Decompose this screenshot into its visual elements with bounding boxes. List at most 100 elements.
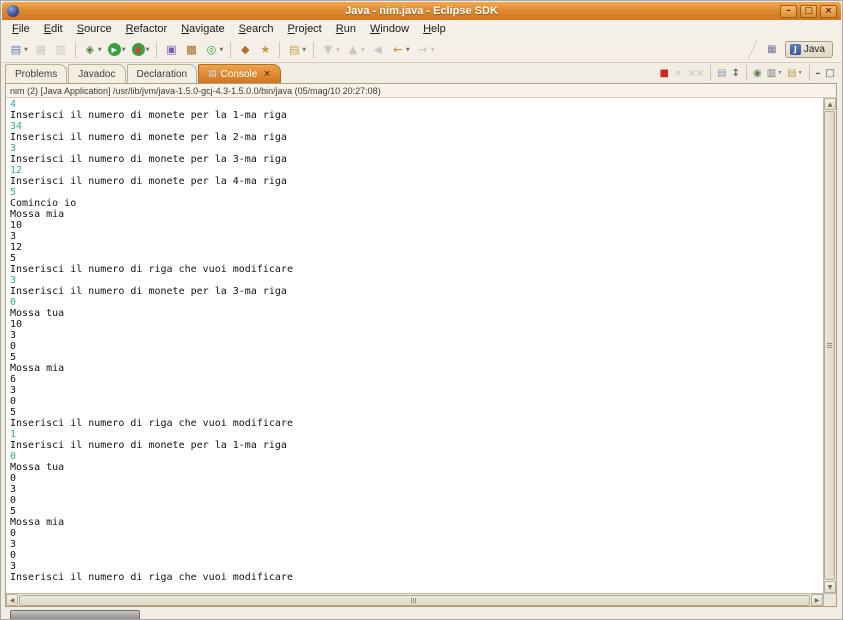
menu-search[interactable]: Search <box>232 22 281 36</box>
open-type-button[interactable]: ◆ <box>235 40 255 60</box>
vertical-scrollbar[interactable]: ▲ ▼ <box>823 98 836 593</box>
menu-edit[interactable]: Edit <box>37 22 70 36</box>
console-line: Inserisci il numero di riga che vuoi mod… <box>10 264 293 275</box>
console-line: 4 <box>10 99 17 110</box>
minimize-view-button[interactable]: – <box>814 65 823 81</box>
save-button[interactable]: ▦ <box>31 40 51 60</box>
scroll-right-button[interactable]: ▶ <box>811 594 823 606</box>
open-element-button[interactable]: ▤ ▼ <box>284 40 309 60</box>
remove-launch-button[interactable]: × <box>672 65 684 81</box>
java-perspective-icon: J <box>789 44 801 55</box>
scroll-down-button[interactable]: ▼ <box>824 581 836 593</box>
console-line: Inserisci il numero di monete per la 4-m… <box>10 176 287 187</box>
taskbar-item[interactable] <box>10 610 140 619</box>
separator <box>156 41 158 58</box>
external-tools-button[interactable]: ■ ▼ <box>129 40 153 60</box>
minimize-button[interactable]: – <box>780 4 797 18</box>
separator <box>230 41 232 58</box>
open-perspective-button[interactable]: ▦ <box>763 42 781 58</box>
debug-button[interactable]: ◈ ▼ <box>80 40 105 60</box>
console-line: 3 <box>10 561 17 572</box>
console-line: Mossa mia <box>10 363 65 374</box>
run-button[interactable]: ▶ ▼ <box>105 40 129 60</box>
new-java-package-button[interactable]: ▩ <box>181 40 201 60</box>
open-console-button[interactable]: ▤ ▼ <box>785 65 804 81</box>
close-tab-icon[interactable]: × <box>263 69 271 79</box>
console-line: 3 <box>10 143 17 154</box>
console-line: 3 <box>10 275 17 286</box>
tab-console[interactable]: ▤ Console × <box>198 64 281 83</box>
java-perspective-button[interactable]: J Java <box>784 41 833 58</box>
clear-console-button[interactable]: ▤ <box>715 65 728 81</box>
dropdown-arrow-icon: ▼ <box>302 46 307 53</box>
console-line: 3 <box>10 231 17 242</box>
next-annotation-button[interactable]: ▼ ▼ <box>318 40 343 60</box>
back-button[interactable]: ← ▼ <box>388 40 413 60</box>
perspective-bar: ▦ J Java <box>747 39 837 60</box>
new-wizard-button[interactable]: ▤ ▼ <box>6 40 31 60</box>
separator <box>279 41 281 58</box>
titlebar: Java - nim.java - Eclipse SDK – □ × <box>2 2 841 20</box>
java-search-button[interactable]: ★ <box>255 40 275 60</box>
scroll-left-button[interactable]: ◀ <box>6 594 18 606</box>
separator <box>74 41 76 58</box>
java-perspective-label: Java <box>803 44 825 55</box>
menu-file[interactable]: File <box>5 22 37 36</box>
perspective-bar-separator <box>747 39 758 60</box>
close-button[interactable]: × <box>820 4 837 18</box>
display-selected-console-button[interactable]: ▥ ▼ <box>765 65 784 81</box>
console-line: Inserisci il numero di monete per la 1-m… <box>10 110 287 121</box>
scroll-up-button[interactable]: ▲ <box>824 98 836 110</box>
horizontal-scrollbar-thumb[interactable] <box>19 595 810 606</box>
tab-javadoc[interactable]: Javadoc <box>68 64 126 83</box>
forward-button[interactable]: → ▼ <box>413 40 438 60</box>
scrollbar-grip <box>827 342 832 349</box>
console-line: Mossa mia <box>10 517 65 528</box>
console-output[interactable]: 4 Inserisci il numero di monete per la 1-… <box>6 98 823 593</box>
tab-declaration[interactable]: Declaration <box>126 64 198 83</box>
console-line: 6 <box>10 374 17 385</box>
tab-problems[interactable]: Problems <box>5 64 68 83</box>
vertical-scrollbar-thumb[interactable] <box>824 111 835 580</box>
eclipse-icon <box>7 5 19 17</box>
pin-console-button[interactable]: ◉ <box>751 65 764 81</box>
separator <box>313 41 315 58</box>
console-line: 10 <box>10 220 23 231</box>
remove-all-terminated-button[interactable]: ×× <box>685 65 706 81</box>
console-line: 12 <box>10 242 23 253</box>
previous-annotation-button[interactable]: ▲ ▼ <box>343 40 368 60</box>
console-line: 0 <box>10 550 17 561</box>
dropdown-arrow-icon: ▼ <box>145 46 150 53</box>
separator <box>746 65 747 81</box>
console-line: 5 <box>10 187 17 198</box>
menu-help[interactable]: Help <box>416 22 453 36</box>
menu-source[interactable]: Source <box>70 22 119 36</box>
console-line: 0 <box>10 495 17 506</box>
restore-button[interactable]: □ <box>800 4 817 18</box>
toolbar-buttons: ▤ ▼ ▦ ▥ ◈ ▼ ▶ ▼ ■ ▼ ▣ ▩ ◎ ▼ ◆ ★ ▤ ▼ ▼ ▼ … <box>6 40 438 60</box>
console-line: 0 <box>10 528 17 539</box>
console-view-toolbar: ■ × ×× ▤ ↕ ◉ ▥ ▼ ▤ ▼ – □ <box>658 65 837 83</box>
console-line: 0 <box>10 473 17 484</box>
menu-project[interactable]: Project <box>281 22 329 36</box>
console-area: 4 Inserisci il numero di monete per la 1-… <box>6 98 836 606</box>
console-line: Inserisci il numero di riga che vuoi mod… <box>10 418 293 429</box>
horizontal-scrollbar[interactable]: ◀ ▶ <box>6 593 823 606</box>
terminate-button[interactable]: ■ <box>658 65 671 81</box>
console-view: nim (2) [Java Application] /usr/lib/jvm/… <box>5 83 837 608</box>
console-line: 3 <box>10 539 17 550</box>
menu-window[interactable]: Window <box>363 22 416 36</box>
menu-navigate[interactable]: Navigate <box>174 22 231 36</box>
console-line: 3 <box>10 330 17 341</box>
console-line: Inserisci il numero di monete per la 1-m… <box>10 440 287 451</box>
console-line: Inserisci il numero di monete per la 2-m… <box>10 132 287 143</box>
menu-run[interactable]: Run <box>329 22 363 36</box>
maximize-view-button[interactable]: □ <box>824 65 837 81</box>
print-button[interactable]: ▥ <box>51 40 71 60</box>
new-java-class-button[interactable]: ◎ ▼ <box>201 40 226 60</box>
menu-refactor[interactable]: Refactor <box>119 22 175 36</box>
scroll-lock-button[interactable]: ↕ <box>730 65 742 81</box>
last-edit-location-button[interactable]: ◀ <box>368 40 388 60</box>
console-line: 0 <box>10 341 17 352</box>
new-java-project-button[interactable]: ▣ <box>161 40 181 60</box>
